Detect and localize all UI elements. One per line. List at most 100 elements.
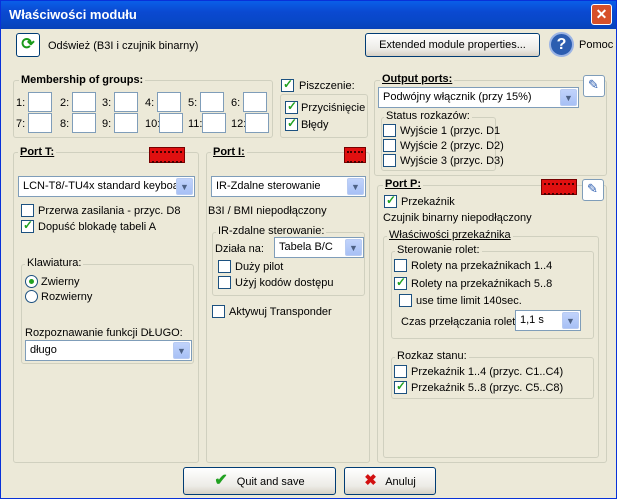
port-p-edit-button[interactable]: ✎ — [582, 179, 604, 201]
checkmark-icon: ✔ — [214, 472, 228, 489]
port-i-value: IR-Zdalne sterowanie — [216, 180, 321, 192]
state-title: Rozkaz stanu: — [395, 350, 469, 362]
properties-window: Właściwości modułu ✕ ⟳ Odśwież (B3I i cz… — [0, 0, 617, 499]
group-input[interactable] — [202, 113, 226, 133]
group-label: 7: — [16, 118, 26, 130]
shutters-5-8-label: Rolety na przekaźnikach 5..8 — [411, 278, 553, 290]
output-2-checkbox[interactable] — [383, 139, 396, 152]
switch-time-value: 1,1 s — [520, 314, 544, 326]
port-i-connector-icon — [344, 147, 366, 163]
title-bar[interactable]: Właściwości modułu ✕ — [1, 1, 616, 29]
output-mode-select[interactable]: Podwójny włącznik (przy 15%) ▼ — [378, 87, 579, 108]
big-remote-checkbox[interactable] — [218, 260, 231, 273]
quit-save-button[interactable]: ✔ Quit and save — [183, 467, 336, 495]
relay-5-8-checkbox[interactable] — [394, 379, 407, 394]
acts-on-label: Działa na: — [215, 243, 264, 255]
cancel-label: Anuluj — [385, 476, 416, 488]
normally-open-radio[interactable] — [25, 275, 38, 288]
group-input[interactable] — [245, 113, 269, 133]
output-2-label: Wyjście 2 (przyc. D2) — [400, 140, 504, 152]
port-i-title: Port I: — [211, 146, 247, 158]
power-fail-label: Przerwa zasilania - przyc. D8 — [38, 205, 181, 217]
shutter-title: Sterowanie rolet: — [395, 244, 482, 256]
keyboard-title: Klawiatura: — [25, 257, 84, 269]
group-input[interactable] — [28, 113, 52, 133]
group-input[interactable] — [159, 113, 183, 133]
edit-icon: ✎ — [588, 77, 599, 92]
errors-label: Błędy — [301, 119, 329, 131]
output-1-label: Wyjście 1 (przyc. D1 — [400, 125, 501, 137]
press-label: Przyciśnięcie — [301, 102, 366, 114]
group-input[interactable] — [72, 113, 96, 133]
transponder-checkbox[interactable] — [212, 305, 225, 318]
allow-block-checkbox[interactable] — [21, 218, 34, 233]
groups-title: Membership of groups: — [19, 74, 146, 86]
beep-checkbox[interactable] — [281, 77, 294, 92]
refresh-button[interactable]: ⟳ — [16, 33, 40, 57]
long-title: Rozpoznawanie funkcji DŁUGO: — [25, 327, 183, 339]
power-fail-checkbox[interactable] — [21, 204, 34, 217]
port-t-value: LCN-T8/-TU4x standard keyboa — [23, 180, 179, 192]
chevron-down-icon: ▼ — [560, 89, 577, 106]
refresh-label: Odśwież (B3I i czujnik binarny) — [48, 40, 199, 52]
cancel-button[interactable]: ✖ Anuluj — [344, 467, 436, 495]
group-input[interactable] — [114, 113, 138, 133]
shutters-1-4-checkbox[interactable] — [394, 259, 407, 272]
shutters-5-8-checkbox[interactable] — [394, 275, 407, 290]
port-t-connector-icon — [149, 147, 185, 163]
port-p-title: Port P: — [383, 178, 424, 190]
chevron-down-icon: ▼ — [176, 178, 193, 195]
cross-icon: ✖ — [364, 472, 377, 489]
normally-closed-label: Rozwierny — [41, 291, 93, 303]
access-codes-checkbox[interactable] — [218, 276, 231, 289]
ir-title: IR-zdalne sterowanie: — [216, 225, 327, 237]
output-1-checkbox[interactable] — [383, 124, 396, 137]
errors-checkbox[interactable] — [285, 116, 298, 131]
group-input[interactable] — [28, 92, 52, 112]
shutters-1-4-label: Rolety na przekaźnikach 1..4 — [411, 260, 553, 272]
group-label: 8: — [60, 118, 70, 130]
normally-open-label: Zwierny — [41, 276, 80, 288]
time-limit-label: use time limit 140sec. — [416, 295, 522, 307]
extended-properties-button[interactable]: Extended module properties... — [365, 33, 540, 57]
press-checkbox[interactable] — [285, 99, 298, 114]
edit-icon: ✎ — [587, 181, 598, 196]
chevron-down-icon: ▼ — [345, 239, 362, 256]
switch-time-select[interactable]: 1,1 s ▼ — [515, 310, 581, 331]
chevron-down-icon: ▼ — [347, 178, 364, 195]
group-label: 9: — [102, 118, 112, 130]
help-button[interactable]: ? Pomoc — [547, 31, 617, 59]
chevron-down-icon: ▼ — [562, 312, 579, 329]
port-t-title: Port T: — [18, 146, 57, 158]
relay-1-4-label: Przekaźnik 1..4 (przyc. C1..C4) — [411, 366, 564, 378]
acts-on-select[interactable]: Tabela B/C ▼ — [274, 237, 364, 258]
output-3-checkbox[interactable] — [383, 154, 396, 167]
relay-1-4-checkbox[interactable] — [394, 365, 407, 378]
close-icon: ✕ — [595, 6, 608, 22]
port-i-select[interactable]: IR-Zdalne sterowanie ▼ — [211, 176, 366, 197]
port-i-status: B3I / BMI niepodłączony — [208, 205, 327, 217]
normally-closed-radio[interactable] — [25, 290, 38, 303]
chevron-down-icon: ▼ — [173, 342, 190, 359]
transponder-label: Aktywuj Transponder — [229, 306, 332, 318]
group-label: 11: — [188, 118, 203, 130]
group-input[interactable] — [157, 92, 181, 112]
allow-block-label: Dopuść blokadę tabeli A — [38, 221, 157, 233]
big-remote-label: Duży pilot — [235, 261, 284, 273]
group-input[interactable] — [243, 92, 267, 112]
output-edit-button[interactable]: ✎ — [583, 75, 605, 97]
group-label: 6: — [231, 97, 241, 109]
long-select[interactable]: długo ▼ — [25, 340, 192, 361]
group-input[interactable] — [114, 92, 138, 112]
port-t-select[interactable]: LCN-T8/-TU4x standard keyboa ▼ — [18, 176, 195, 197]
output-title: Output ports: — [380, 73, 455, 85]
group-input[interactable] — [200, 92, 224, 112]
relay-props-title: Właściwości przekaźnika — [387, 229, 513, 241]
window-title: Właściwości modułu — [9, 7, 137, 22]
relay-checkbox[interactable] — [384, 193, 397, 208]
group-input[interactable] — [72, 92, 96, 112]
status-title: Status rozkazów: — [384, 110, 472, 122]
group-label: 4: — [145, 97, 155, 109]
time-limit-checkbox[interactable] — [399, 294, 412, 307]
close-button[interactable]: ✕ — [591, 4, 612, 25]
